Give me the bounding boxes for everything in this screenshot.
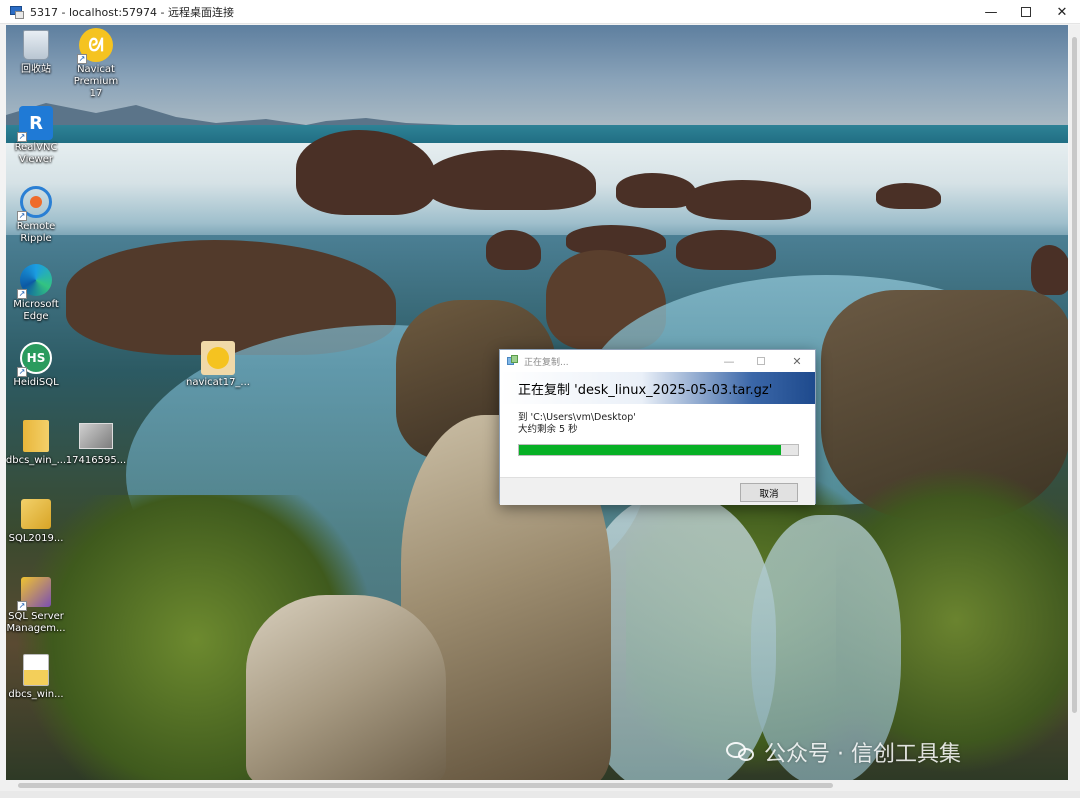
wallpaper-rock [676,230,776,270]
desktop-icon-label: HeidiSQL [13,377,59,388]
shortcut-arrow-icon: ↗ [17,601,27,611]
horizontal-scroll-thumb[interactable] [18,783,833,788]
desktop-icon-sql2019[interactable]: SQL2019... [6,497,69,545]
close-button[interactable]: ✕ [1044,0,1080,24]
wallpaper-mountains [6,103,1068,130]
desktop-icon-label: SQL Server Managem... [6,611,66,634]
desktop-icon-label: Microsoft Edge [13,299,59,322]
wallpaper-rock [1031,245,1068,295]
sql-server-setup-icon [21,499,51,529]
wallpaper-rock [486,230,541,270]
watermark-text: 公众号 · 信创工具集 [764,742,961,767]
desktop-icon-label: 17416595... [65,455,127,466]
desktop-icon-heidisql[interactable]: HS ↗ HeidiSQL [6,341,69,389]
desktop-icon-label: Remote Ripple [16,221,56,244]
shortcut-arrow-icon: ↗ [17,289,27,299]
dialog-title: 正在复制... [524,357,569,368]
desktop-icon-label: Navicat Premium 17 [73,64,119,99]
copy-progress-dialog: 正在复制... — ✕ 正在复制 'desk_linux_2025-05-03.… [499,349,816,505]
shortcut-arrow-icon: ↗ [17,132,27,142]
desktop-icon-ssms[interactable]: ↗ SQL Server Managem... [6,575,69,635]
wallpaper-rock [616,173,696,208]
shortcut-arrow-icon: ↗ [17,211,27,221]
desktop-icon-label: navicat17_... [186,377,250,388]
dialog-titlebar: 正在复制... — ✕ [500,350,815,372]
cancel-button[interactable]: 取消 [740,483,798,502]
navicat-installer-icon [201,341,235,375]
desktop-icon-label: 回收站 [21,64,51,75]
remote-desktop-titlebar: 5317 - localhost:57974 - 远程桌面连接 [0,0,1080,24]
dialog-heading: 正在复制 'desk_linux_2025-05-03.tar.gz' [500,372,815,404]
file-icon [23,654,49,686]
zip-archive-icon [23,420,49,452]
desktop-icon-dbcs-file[interactable]: dbcs_win... [6,653,69,701]
window-title: 5317 - localhost:57974 - 远程桌面连接 [30,5,234,19]
dialog-body: 到 'C:\Users\vm\Desktop' 大约剩余 5 秒 [500,404,815,477]
recycle-bin-icon [23,30,49,60]
minimize-button[interactable]: — [973,0,1009,24]
dialog-minimize-button[interactable]: — [714,350,744,372]
copy-icon [507,355,519,367]
vertical-scroll-thumb[interactable] [1072,37,1077,713]
vertical-scrollbar[interactable] [1069,25,1080,780]
desktop-icon-dbcs-zip[interactable]: dbcs_win_... [6,419,69,467]
desktop-icon-recycle-bin[interactable]: 回收站 [6,28,69,76]
horizontal-scrollbar[interactable] [0,780,1080,791]
wechat-logo-icon [726,740,756,764]
desktop-icon-navicat[interactable]: ᘛ ↗ Navicat Premium 17 [63,28,129,100]
shortcut-arrow-icon: ↗ [77,54,87,64]
image-file-icon [79,423,113,449]
progress-fill [519,445,782,455]
maximize-button[interactable] [1008,0,1044,24]
desktop-icon-navicat-installer[interactable]: navicat17_... [185,341,251,389]
desktop-icon-label: RealVNC Viewer [14,142,58,165]
window-bottom-edge [0,791,1080,798]
wallpaper-rock [686,180,811,220]
watermark: 公众号 · 信创工具集 [726,736,961,768]
dialog-maximize-button[interactable] [746,350,776,372]
desktop-icon-realvnc[interactable]: R ↗ RealVNC Viewer [6,106,69,166]
desktop-icon-label: dbcs_win_... [6,455,67,466]
desktop-icon-remote-ripple[interactable]: ↗ Remote Ripple [6,185,69,245]
wallpaper-rock [876,183,941,209]
remote-desktop-icon [10,5,24,19]
wallpaper-rock [566,225,666,255]
shortcut-arrow-icon: ↗ [17,367,27,377]
dialog-close-button[interactable]: ✕ [782,350,812,372]
desktop-icon-edge[interactable]: ↗ Microsoft Edge [6,263,69,323]
dialog-footer: 取消 [500,477,815,505]
desktop-icon-label: SQL2019... [8,533,64,544]
copy-destination: 到 'C:\Users\vm\Desktop' [518,412,636,423]
maximize-icon [1021,7,1031,17]
time-remaining: 大约剩余 5 秒 [518,424,578,435]
desktop-icon-label: dbcs_win... [8,689,64,700]
wallpaper-cliff [246,595,446,780]
copy-progress-bar [518,444,799,456]
maximize-icon [757,357,765,365]
desktop-icon-image-file[interactable]: 17416595... [63,419,129,467]
